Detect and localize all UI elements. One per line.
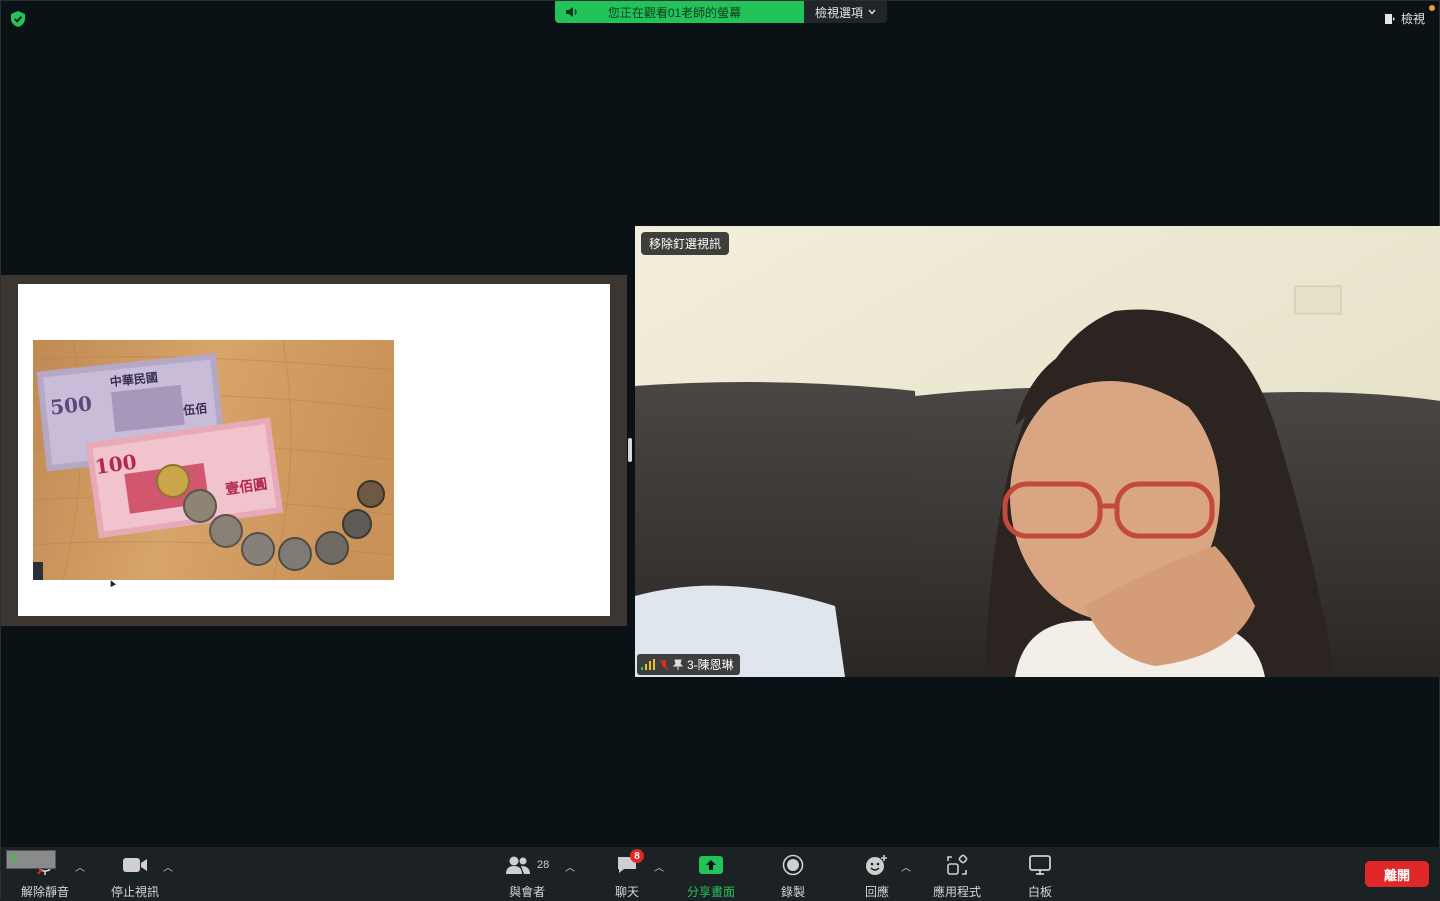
reactions-button[interactable]: 回應 bbox=[865, 853, 889, 900]
video-options-caret-icon[interactable]: ︿ bbox=[163, 859, 173, 874]
smiley-plus-icon bbox=[866, 855, 887, 875]
view-options-label: 檢視選項 bbox=[814, 5, 863, 20]
audio-options-caret-icon[interactable]: ︿ bbox=[75, 859, 85, 874]
share-screen-button[interactable]: 分享畫面 bbox=[687, 853, 735, 900]
participants-label: 與會者 bbox=[509, 885, 546, 899]
stop-video-label: 停止視訊 bbox=[111, 885, 160, 899]
chat-button[interactable]: 8 聊天 bbox=[615, 849, 644, 900]
viewing-banner: 您正在觀看01老師的螢幕 bbox=[555, 1, 804, 23]
chevron-down-icon bbox=[868, 9, 876, 15]
mini-self-view[interactable]: $ bbox=[6, 850, 56, 869]
share-screen-icon bbox=[699, 856, 723, 874]
view-layout-icon bbox=[1384, 13, 1395, 24]
notification-dot bbox=[1429, 5, 1435, 11]
pin-icon bbox=[673, 659, 683, 670]
participant-video[interactable]: 移除釘選視訊 3-陳恩琳 bbox=[635, 226, 1440, 677]
participants-caret-icon[interactable]: ︿ bbox=[565, 859, 575, 874]
participant-video-frame bbox=[635, 226, 1440, 677]
view-button-label: 檢視 bbox=[1400, 12, 1425, 26]
chat-caret-icon[interactable]: ︿ bbox=[654, 859, 664, 874]
chat-unread-badge: 8 bbox=[630, 849, 644, 863]
participants-count: 28 bbox=[537, 859, 550, 871]
video-camera-icon bbox=[123, 858, 147, 872]
whiteboard-icon bbox=[1029, 855, 1051, 875]
mini-view-label: $ bbox=[11, 853, 18, 865]
chat-label: 聊天 bbox=[615, 885, 640, 899]
presentation-slide: 500 中華民國 伍佰 100 壹佰圓 bbox=[18, 284, 610, 616]
participants-icon bbox=[506, 856, 530, 874]
reactions-caret-icon[interactable]: ︿ bbox=[901, 859, 911, 874]
view-options-button[interactable]: 檢視選項 bbox=[804, 1, 887, 23]
signal-strength-icon bbox=[641, 659, 655, 670]
whiteboard-button[interactable]: 白板 bbox=[1028, 853, 1052, 900]
participant-name-tag: 3-陳恩琳 bbox=[637, 654, 740, 675]
speaker-icon[interactable] bbox=[565, 6, 579, 18]
unmute-label: 解除靜音 bbox=[21, 885, 70, 899]
view-button[interactable]: 檢視 bbox=[1384, 10, 1425, 27]
meeting-stage: 您正在觀看01老師的螢幕 檢視選項 檢視 500 中華民國 伍佰 100 壹佰圓… bbox=[0, 0, 1440, 901]
reactions-label: 回應 bbox=[865, 885, 890, 899]
muted-mic-icon bbox=[659, 659, 669, 670]
money-photo: 500 中華民國 伍佰 100 壹佰圓 bbox=[33, 340, 394, 580]
shared-screen: 500 中華民國 伍佰 100 壹佰圓 bbox=[1, 275, 627, 626]
record-icon bbox=[782, 854, 804, 876]
participants-button[interactable]: 28 與會者 bbox=[505, 853, 549, 900]
whiteboard-label: 白板 bbox=[1028, 885, 1053, 899]
banknote-500-text: 伍佰 bbox=[182, 400, 208, 418]
banknote-500-value: 500 bbox=[49, 391, 93, 419]
resize-handle[interactable] bbox=[628, 438, 632, 462]
apps-button[interactable]: 應用程式 bbox=[933, 853, 981, 900]
viewing-banner-text: 您正在觀看01老師的螢幕 bbox=[607, 5, 742, 20]
apps-label: 應用程式 bbox=[933, 885, 982, 899]
record-button[interactable]: 錄製 bbox=[781, 853, 805, 900]
security-shield-icon[interactable] bbox=[11, 11, 25, 27]
record-label: 錄製 bbox=[781, 885, 806, 899]
meeting-toolbar: 解除靜音 ︿ 停止視訊 ︿ 28 與會者 ︿ 8 聊天 ︿ 分享畫面 錄製 回應… bbox=[1, 847, 1440, 901]
share-screen-label: 分享畫面 bbox=[687, 885, 736, 899]
screen-share-banner: 您正在觀看01老師的螢幕 檢視選項 bbox=[555, 1, 887, 23]
apps-icon bbox=[947, 854, 968, 875]
money-illustration: 500 中華民國 伍佰 100 壹佰圓 bbox=[33, 340, 394, 580]
leave-button[interactable]: 離開 bbox=[1365, 861, 1429, 887]
participant-name: 3-陳恩琳 bbox=[687, 658, 734, 672]
unpin-video-button[interactable]: 移除釘選視訊 bbox=[641, 232, 730, 255]
stop-video-button[interactable]: 停止視訊 bbox=[111, 853, 159, 900]
